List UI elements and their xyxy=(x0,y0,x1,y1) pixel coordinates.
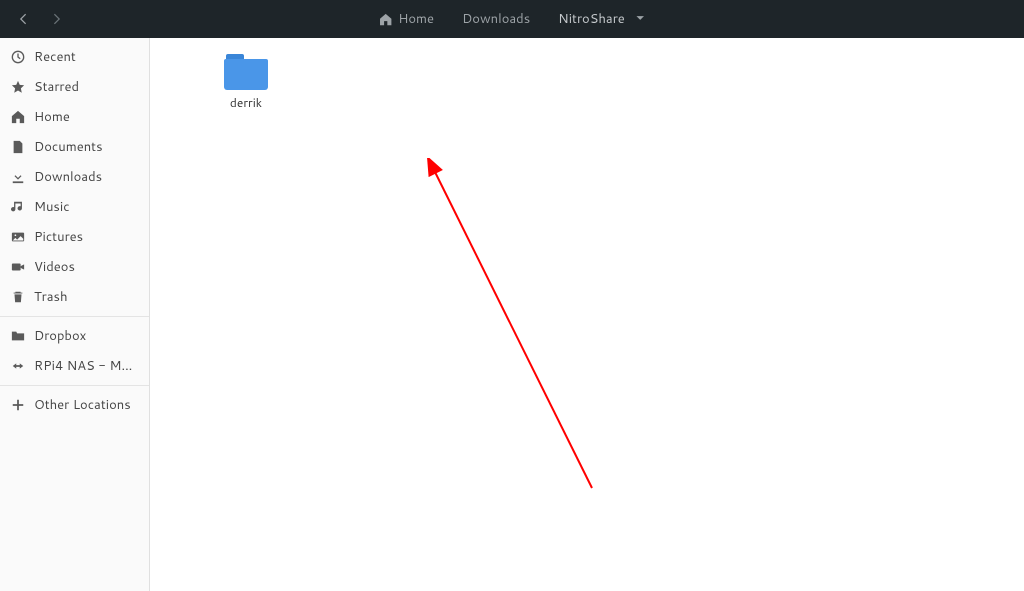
arrow-right-icon xyxy=(50,12,64,26)
sidebar-item-dropbox[interactable]: Dropbox xyxy=(0,321,149,351)
music-icon xyxy=(10,199,26,215)
home-icon xyxy=(10,109,26,125)
sidebar-item-home[interactable]: Home xyxy=(0,102,149,132)
sidebar-item-label: Trash xyxy=(34,288,68,306)
sidebar-item-pictures[interactable]: Pictures xyxy=(0,222,149,252)
content-pane[interactable]: derrik xyxy=(150,38,1024,591)
sidebar-item-recent[interactable]: Recent xyxy=(0,42,149,72)
nav-back-button[interactable] xyxy=(14,10,32,28)
trash-icon xyxy=(10,289,26,305)
breadcrumb-nitroshare[interactable]: NitroShare xyxy=(544,6,659,32)
folder-item-derrik[interactable]: derrik xyxy=(206,54,286,111)
sidebar-item-music[interactable]: Music xyxy=(0,192,149,222)
star-icon xyxy=(10,79,26,95)
arrow-left-icon xyxy=(16,12,30,26)
sidebar-item-label: Music xyxy=(34,198,70,216)
sidebar-item-label: Videos xyxy=(34,258,75,276)
sidebar: Recent Starred Home Documents Downloads … xyxy=(0,38,150,591)
sidebar-item-other-locations[interactable]: Other Locations xyxy=(0,390,149,420)
sidebar-item-downloads[interactable]: Downloads xyxy=(0,162,149,192)
breadcrumb-home[interactable]: Home xyxy=(365,6,448,32)
sidebar-item-label: Pictures xyxy=(34,228,83,246)
breadcrumb-label: Home xyxy=(398,10,434,28)
sidebar-item-label: Documents xyxy=(34,138,103,156)
folder-label: derrik xyxy=(230,94,262,111)
sidebar-item-label: Downloads xyxy=(34,168,102,186)
folder-icon xyxy=(224,54,268,90)
sidebar-item-label: Other Locations xyxy=(34,396,131,414)
video-icon xyxy=(10,259,26,275)
network-icon xyxy=(10,358,26,374)
home-icon xyxy=(379,13,392,26)
sidebar-item-nas[interactable]: RPi4 NAS - Me... xyxy=(0,351,149,381)
header-bar: Home Downloads NitroShare xyxy=(0,0,1024,38)
plus-icon xyxy=(10,397,26,413)
breadcrumb-label: Downloads xyxy=(462,10,530,28)
folder-icon xyxy=(10,328,26,344)
sidebar-item-starred[interactable]: Starred xyxy=(0,72,149,102)
sidebar-item-label: Starred xyxy=(34,78,79,96)
sidebar-item-label: RPi4 NAS - Me... xyxy=(34,357,139,375)
nav-forward-button[interactable] xyxy=(48,10,66,28)
breadcrumb: Home Downloads NitroShare xyxy=(365,6,659,32)
clock-icon xyxy=(10,49,26,65)
sidebar-item-videos[interactable]: Videos xyxy=(0,252,149,282)
sidebar-item-label: Recent xyxy=(34,48,76,66)
chevron-down-icon xyxy=(635,10,645,28)
pictures-icon xyxy=(10,229,26,245)
sidebar-item-trash[interactable]: Trash xyxy=(0,282,149,312)
sidebar-item-label: Home xyxy=(34,108,70,126)
download-icon xyxy=(10,169,26,185)
breadcrumb-downloads[interactable]: Downloads xyxy=(448,6,544,32)
document-icon xyxy=(10,139,26,155)
sidebar-item-label: Dropbox xyxy=(34,327,86,345)
sidebar-item-documents[interactable]: Documents xyxy=(0,132,149,162)
breadcrumb-label: NitroShare xyxy=(558,10,625,28)
annotation-arrow xyxy=(422,158,622,518)
